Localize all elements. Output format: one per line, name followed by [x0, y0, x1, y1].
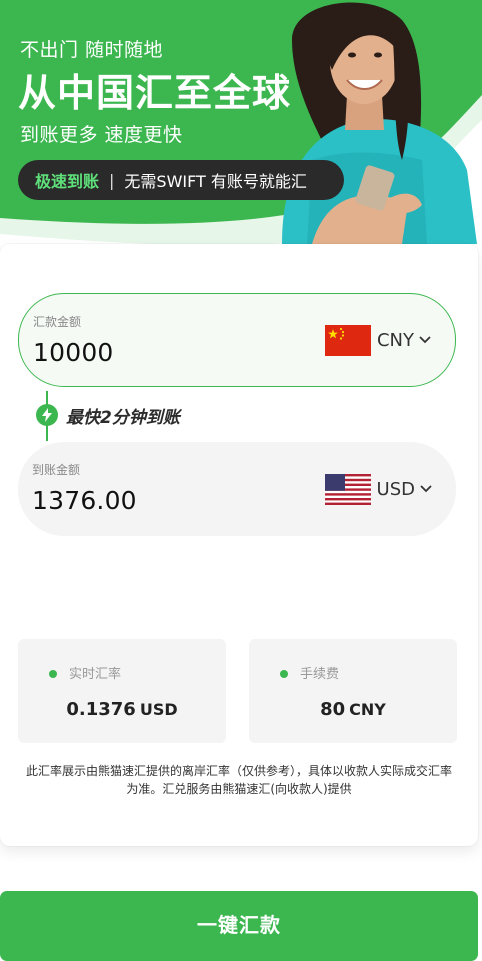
hero-banner: 不出门 随时随地 从中国汇至全球 到账更多 速度更快 极速到账 | 无需SWIF…	[0, 0, 482, 250]
send-amount-label: 汇款金额	[33, 315, 82, 329]
delivery-speed-text: 最快2分钟到账	[66, 408, 180, 428]
feature-highlight: 极速到账	[35, 172, 100, 191]
usa-flag-icon	[324, 473, 371, 505]
status-dot	[280, 670, 288, 678]
pill-separator: |	[109, 170, 115, 190]
hero-tagline: 不出门 随时随地	[20, 39, 164, 61]
fee-label: 手续费	[300, 667, 340, 682]
disclaimer-note: 此汇率展示由熊猫速汇提供的离岸汇率（仅供参考），具体以收款人实际成交汇率为准。汇…	[25, 764, 452, 796]
receive-currency-selector[interactable]: USD	[324, 442, 432, 536]
chevron-down-icon	[420, 485, 432, 493]
exchange-rate-label: 实时汇率	[69, 667, 122, 682]
hero-title: 从中国汇至全球	[18, 71, 292, 115]
receive-currency-code: USD	[376, 478, 415, 500]
exchange-rate-value: 0.1376 USD	[18, 699, 226, 720]
lightning-icon	[36, 404, 58, 426]
exchange-rate-box: 实时汇率 0.1376 USD	[18, 639, 226, 743]
send-currency-code: CNY	[376, 329, 414, 351]
fee-unit: CNY	[349, 700, 386, 719]
exchange-rate-number: 0.1376	[66, 699, 136, 720]
feature-text: 无需SWIFT 有账号就能汇	[124, 172, 307, 191]
send-amount-field[interactable]: 汇款金额 10000 CNY	[18, 293, 456, 387]
remittance-card: 汇款金额 10000 CNY 最快2分钟到账 到账金额 1376.00 USD …	[0, 244, 478, 846]
remit-now-button[interactable]: 一键汇款	[0, 891, 478, 961]
receive-amount-field[interactable]: 到账金额 1376.00 USD	[18, 442, 456, 536]
fee-box: 手续费 80 CNY	[249, 639, 457, 743]
send-amount-input[interactable]: 10000	[33, 338, 114, 367]
fee-value: 80 CNY	[249, 699, 457, 720]
status-dot	[49, 670, 57, 678]
receive-amount-value[interactable]: 1376.00	[32, 486, 137, 515]
feature-pill: 极速到账 | 无需SWIFT 有账号就能汇	[18, 160, 344, 200]
woman-with-phone-photo	[282, 2, 477, 244]
hero-subtitle: 到账更多 速度更快	[20, 124, 183, 146]
receive-amount-label: 到账金额	[32, 463, 81, 477]
exchange-rate-unit: USD	[139, 700, 178, 719]
china-flag-icon	[324, 324, 371, 356]
fee-number: 80	[320, 699, 346, 720]
chevron-down-icon	[419, 336, 431, 344]
send-currency-selector[interactable]: CNY	[324, 294, 431, 386]
